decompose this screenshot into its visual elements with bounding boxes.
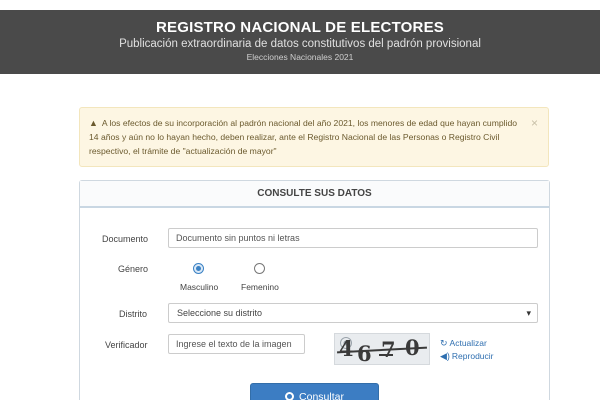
close-icon[interactable]: × [531,116,538,130]
captcha-image: 4 6 7 0 [334,333,430,365]
distrito-selected: Seleccione su distrito [177,308,263,318]
play-captcha-link[interactable]: ◀) Reproducir [440,351,494,362]
captcha-char: 4 [339,336,354,361]
search-icon [285,392,295,400]
query-panel: CONSULTE SUS DATOS [79,180,550,400]
page-title: REGISTRO NACIONAL DE ELECTORES [156,19,444,36]
radio-femenino-label: Femenino [241,282,279,292]
top-strip [0,0,600,3]
distrito-label: Distrito [119,309,148,319]
warning-icon: ▲ [89,118,98,128]
captcha-noise-line [379,354,393,356]
consultar-button[interactable]: Consultar [250,383,379,400]
captcha-char: 6 [357,341,372,365]
page-header: REGISTRO NACIONAL DE ELECTORES Publicaci… [0,10,600,74]
page-subtitle: Publicación extraordinaria de datos cons… [119,38,481,50]
refresh-icon: ↻ [440,338,448,348]
alert-text: A los efectos de su incorporación al pad… [89,118,518,156]
distrito-select[interactable]: Seleccione su distrito ▾ [168,303,538,323]
page-edition: Elecciones Nacionales 2021 [246,52,354,62]
play-label: Reproducir [451,351,494,361]
radio-masculino-label: Masculino [180,282,219,292]
radio-masculino[interactable] [193,263,204,274]
chevron-down-icon: ▾ [526,308,531,318]
radio-femenino[interactable] [254,263,265,274]
verificador-label: Verificador [105,340,148,350]
notice-alert: ▲ A los efectos de su incorporación al p… [79,107,549,167]
consultar-label: Consultar [299,391,344,400]
verificador-input[interactable] [168,334,305,354]
panel-title: CONSULTE SUS DATOS [80,181,549,208]
genero-label: Género [118,264,149,274]
audio-icon: ◀) [440,351,450,361]
documento-input[interactable] [168,228,538,248]
refresh-captcha-link[interactable]: ↻ Actualizar [440,338,487,349]
documento-label: Documento [102,234,149,244]
refresh-label: Actualizar [449,338,487,348]
